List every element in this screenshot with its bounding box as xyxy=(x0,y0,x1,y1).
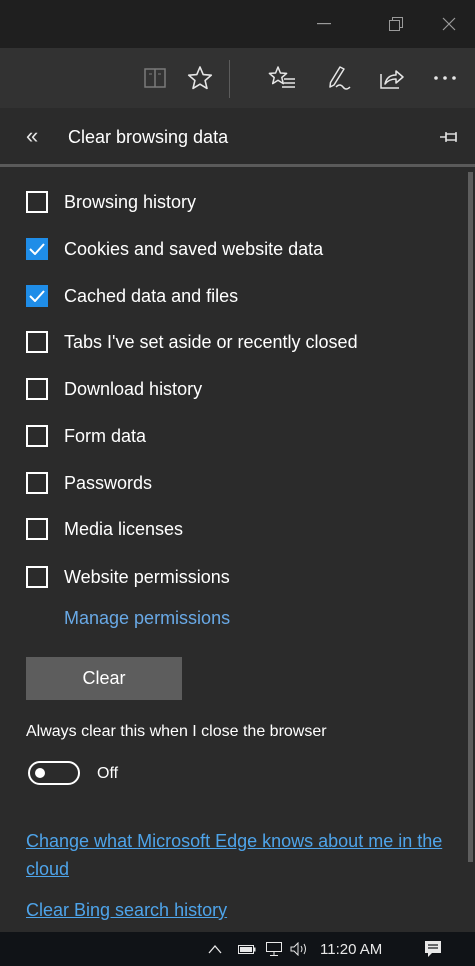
chevron-up-icon[interactable] xyxy=(208,932,222,966)
option-label: Download history xyxy=(64,378,203,399)
checkbox[interactable] xyxy=(26,472,48,494)
window-title-bar xyxy=(0,0,475,48)
checkbox[interactable] xyxy=(26,191,48,213)
checkbox[interactable] xyxy=(26,518,48,540)
minimize-icon[interactable] xyxy=(300,0,348,48)
back-double-chevron-icon[interactable]: « xyxy=(26,124,38,148)
always-clear-label: Always clear this when I close the brows… xyxy=(26,723,327,740)
check-icon xyxy=(29,290,45,302)
panel-scrollbar[interactable] xyxy=(468,172,473,862)
network-icon[interactable] xyxy=(265,932,283,966)
toggle-knob xyxy=(35,768,45,778)
check-icon xyxy=(29,243,45,255)
pin-icon[interactable] xyxy=(440,130,458,149)
option-browsing-history[interactable]: Browsing history xyxy=(26,189,196,215)
option-label: Form data xyxy=(64,425,147,446)
taskbar: 11:20 AM xyxy=(0,932,475,966)
share-icon[interactable] xyxy=(372,48,412,108)
option-download-history[interactable]: Download history xyxy=(26,376,202,402)
option-cached-data[interactable]: Cached data and files xyxy=(26,283,238,309)
header-divider xyxy=(0,164,475,167)
option-label: Cookies and saved website data xyxy=(64,238,324,259)
option-label: Media licenses xyxy=(64,518,184,539)
option-form-data[interactable]: Form data xyxy=(26,423,146,449)
option-website-permissions[interactable]: Website permissions xyxy=(26,564,230,590)
option-passwords[interactable]: Passwords xyxy=(26,470,152,496)
clock-time[interactable]: 11:20 AM xyxy=(320,932,382,966)
favorite-star-icon[interactable] xyxy=(180,48,220,108)
clear-bing-history-link[interactable]: Clear Bing search history xyxy=(26,900,227,921)
panel-header: « Clear browsing data xyxy=(0,110,475,165)
favorites-hub-icon[interactable] xyxy=(262,48,302,108)
option-label: Tabs I've set aside or recently closed xyxy=(64,331,358,352)
option-label: Cached data and files xyxy=(64,285,239,306)
browser-toolbar xyxy=(0,48,475,108)
checkbox[interactable] xyxy=(26,566,48,588)
option-cookies[interactable]: Cookies and saved website data xyxy=(26,236,323,262)
option-tabs-set-aside[interactable]: Tabs I've set aside or recently closed xyxy=(26,329,358,355)
option-label: Passwords xyxy=(64,472,153,493)
more-icon[interactable] xyxy=(425,48,465,108)
clear-button[interactable]: Clear xyxy=(26,657,182,700)
web-note-icon[interactable] xyxy=(318,48,358,108)
close-icon[interactable] xyxy=(425,0,473,48)
checkbox[interactable] xyxy=(26,238,48,260)
checkbox[interactable] xyxy=(26,285,48,307)
option-label: Website permissions xyxy=(64,566,230,587)
option-media-licenses[interactable]: Media licenses xyxy=(26,516,183,542)
option-label: Browsing history xyxy=(64,191,197,212)
panel-title: Clear browsing data xyxy=(68,127,229,147)
notification-icon[interactable] xyxy=(424,932,442,966)
volume-icon[interactable] xyxy=(290,932,310,966)
always-clear-toggle[interactable] xyxy=(28,761,80,785)
battery-icon[interactable] xyxy=(238,932,256,966)
reading-view-icon[interactable] xyxy=(135,48,175,108)
checkbox[interactable] xyxy=(26,425,48,447)
checkbox[interactable] xyxy=(26,378,48,400)
restore-icon[interactable] xyxy=(372,0,420,48)
manage-permissions-link[interactable]: Manage permissions xyxy=(64,608,230,629)
toolbar-separator xyxy=(229,60,230,98)
checkbox[interactable] xyxy=(26,331,48,353)
edge-cloud-link[interactable]: Change what Microsoft Edge knows about m… xyxy=(26,827,456,883)
toggle-state-label: Off xyxy=(97,765,119,782)
